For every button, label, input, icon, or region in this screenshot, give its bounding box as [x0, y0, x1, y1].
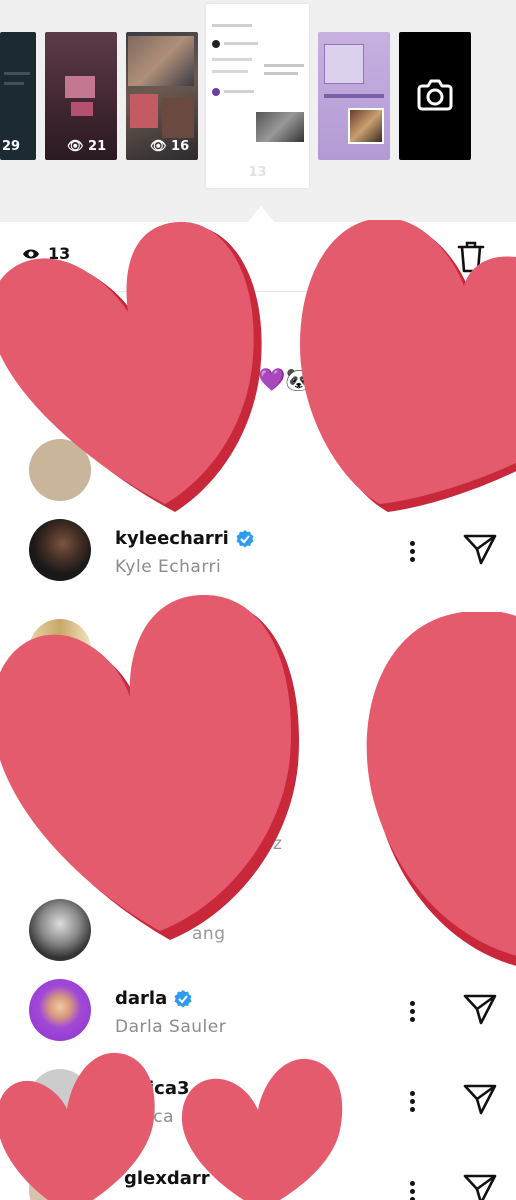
send-icon[interactable]	[462, 1082, 498, 1116]
verified-badge-icon	[236, 529, 254, 548]
story-thumbnail[interactable]	[318, 32, 390, 160]
camera-button[interactable]	[399, 32, 471, 160]
view-count: 13	[248, 165, 267, 180]
story-thumbnail[interactable]: 29	[0, 32, 36, 160]
more-options-button[interactable]	[400, 530, 424, 570]
story-thumbnail[interactable]: 👁 21	[45, 32, 117, 160]
story-thumbnail[interactable]: 👁 16	[126, 32, 198, 160]
more-options-button[interactable]	[400, 1170, 424, 1200]
eye-icon: 👁	[67, 139, 84, 154]
view-count: 👁 21	[67, 139, 107, 154]
heart-sticker	[366, 612, 516, 966]
send-icon[interactable]	[462, 992, 498, 1026]
send-icon[interactable]	[462, 1172, 498, 1200]
view-count: 👁 16	[150, 139, 190, 154]
more-options-button[interactable]	[400, 990, 424, 1030]
story-strip: 29 👁 21 👁 16 13	[0, 0, 516, 222]
list-item[interactable]: kyleecharri Kyle Echarri	[0, 510, 516, 590]
avatar	[29, 519, 91, 581]
username: kyleecharri	[115, 528, 255, 549]
eye-icon: 👁	[150, 139, 167, 154]
selected-pointer	[248, 206, 274, 222]
full-name: Kyle Echarri	[115, 557, 222, 577]
username: darla	[115, 988, 193, 1009]
view-count: 29	[2, 139, 21, 154]
heart-sticker	[0, 1052, 155, 1200]
more-options-button[interactable]	[400, 1080, 424, 1120]
heart-sticker	[0, 222, 262, 512]
heart-sticker	[300, 220, 516, 512]
story-thumbnail-selected[interactable]: 13	[206, 4, 309, 188]
list-item[interactable]: darla Darla Sauler	[0, 970, 516, 1050]
full-name: Darla Sauler	[115, 1017, 227, 1037]
send-icon[interactable]	[462, 532, 498, 566]
avatar	[29, 979, 91, 1041]
heart-sticker	[0, 595, 299, 940]
heart-sticker	[181, 1058, 343, 1200]
verified-badge-icon	[174, 989, 192, 1008]
camera-icon	[417, 79, 453, 111]
